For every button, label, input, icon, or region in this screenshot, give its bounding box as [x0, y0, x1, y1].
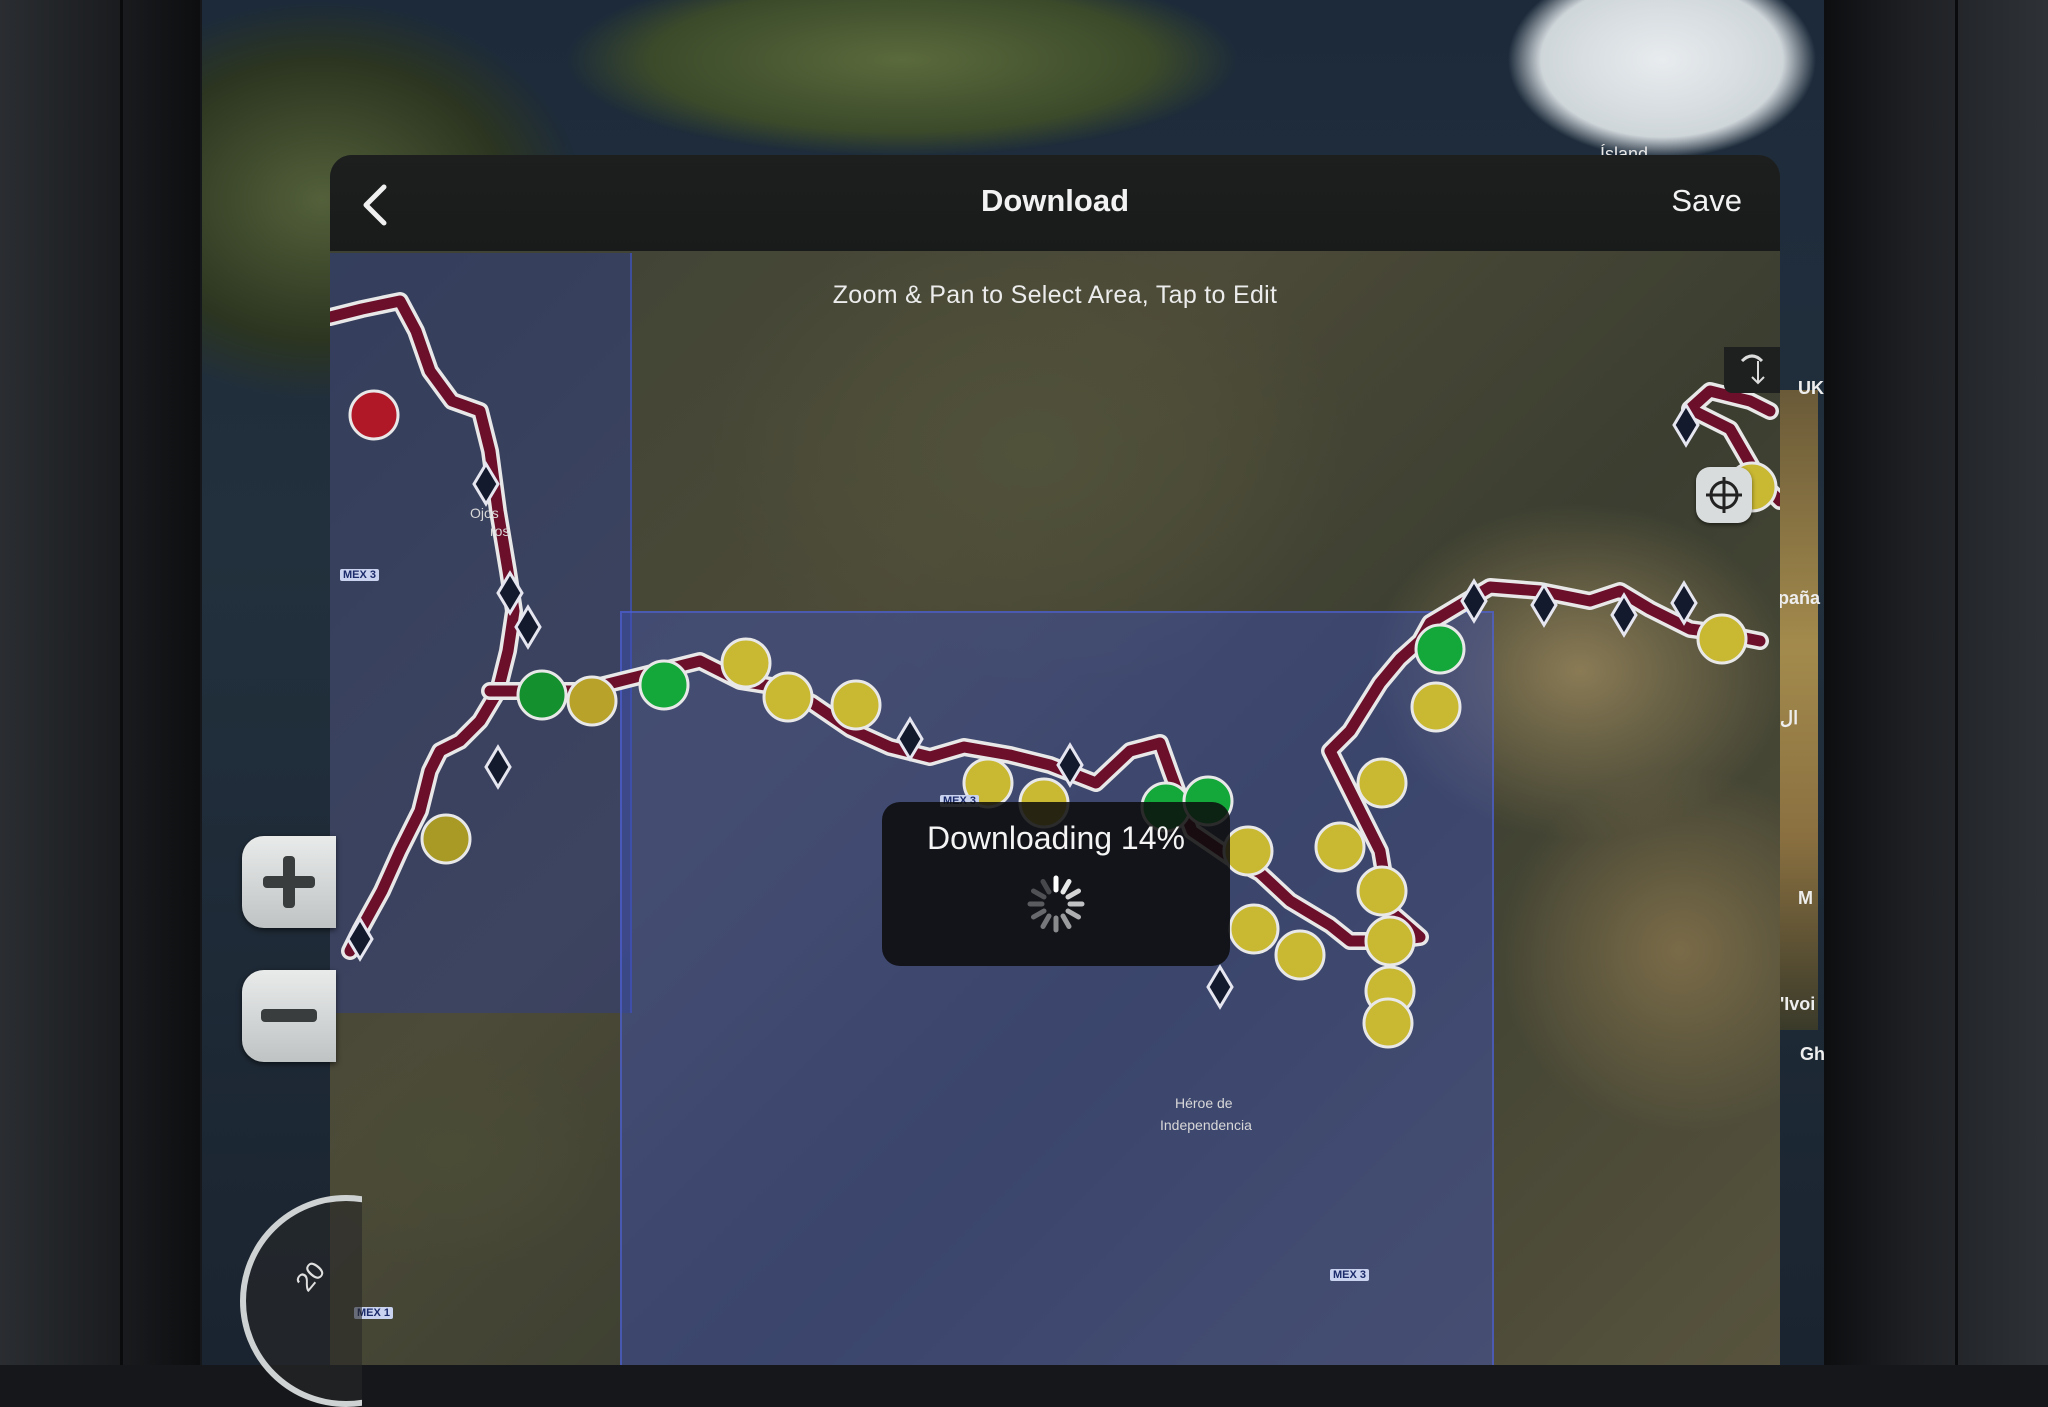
waypoint-circle: [1364, 915, 1416, 967]
crosshair-icon: [1706, 477, 1742, 513]
device-bezel-left: [120, 0, 123, 1365]
waypoint-circle: [1222, 825, 1274, 877]
save-button[interactable]: Save: [1671, 183, 1742, 219]
map-label-gh: Gh: [1800, 1044, 1825, 1064]
waypoint-circle: [1696, 613, 1748, 665]
download-progress-text: Downloading 14%: [927, 820, 1185, 856]
waypoint-circle: [1274, 929, 1326, 981]
compass-value: 20: [289, 1255, 331, 1297]
waypoint-circle: [1362, 997, 1414, 1049]
waypoint-circle: [638, 659, 690, 711]
waypoint-circle: [830, 679, 882, 731]
download-indicator: [1724, 347, 1780, 393]
plus-icon: [263, 856, 315, 908]
waypoint-circle: [566, 675, 618, 727]
zoom-out-button[interactable]: [242, 970, 336, 1062]
page-title: Download: [980, 183, 1130, 218]
waypoint-marker: [484, 744, 512, 790]
waypoint-circle: [762, 671, 814, 723]
download-panel: Download Save Zoom & Pan to Select Area,…: [330, 155, 1780, 1365]
map-label-uk: UK: [1798, 378, 1824, 398]
map-label-ros: ros: [490, 523, 510, 539]
waypoint-circle: [1228, 903, 1280, 955]
map-label-ivoire: 'Ivoi: [1780, 994, 1816, 1014]
road-label-mex3: MEX 3: [1330, 1269, 1370, 1281]
map-label-m: M: [1798, 888, 1813, 908]
map-label-independencia: Independencia: [1160, 1117, 1252, 1133]
navigation-bar: Download Save: [330, 155, 1780, 252]
device-bezel-right: [1955, 0, 1958, 1365]
waypoint-circle: [420, 813, 472, 865]
download-arrow-icon: [1740, 354, 1765, 385]
map-label-al: ال: [1780, 708, 1799, 728]
device-frame-right: [1824, 0, 2048, 1365]
waypoint-marker: [1206, 964, 1234, 1010]
waypoint-circle: [1414, 623, 1466, 675]
zoom-in-button[interactable]: [242, 836, 336, 928]
device-frame-left: [0, 0, 200, 1365]
waypoint-circle: [1314, 821, 1366, 873]
download-progress-hud: Downloading 14%: [882, 802, 1230, 966]
waypoint-circle: [1356, 757, 1408, 809]
map-label-espana: paña: [1778, 588, 1821, 608]
loading-spinner-icon: [1027, 875, 1085, 933]
road-label-mex3: MEX 3: [340, 569, 380, 581]
waypoint-circle: [1356, 865, 1408, 917]
instruction-text: Zoom & Pan to Select Area, Tap to Edit: [832, 281, 1278, 309]
waypoint-circle: [516, 669, 568, 721]
map-label-ojos: Ojos: [470, 505, 499, 521]
minus-icon: [261, 1009, 317, 1022]
waypoint-start: [348, 389, 400, 441]
waypoint-circle: [720, 637, 772, 689]
waypoint-circle: [1410, 681, 1462, 733]
recenter-button[interactable]: [1696, 467, 1752, 523]
map-label-heroes: Héroe de: [1175, 1095, 1233, 1111]
